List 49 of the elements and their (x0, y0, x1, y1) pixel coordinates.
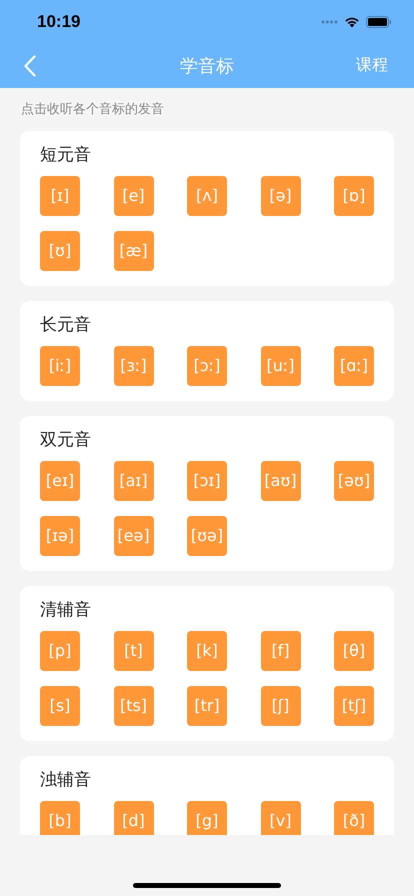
phonetic-button[interactable]: [ɜː] (114, 346, 154, 386)
phonetic-button[interactable]: [ɒ] (334, 176, 374, 216)
phonetic-button[interactable]: [g] (187, 801, 227, 835)
phonetic-button[interactable]: [ɪ] (40, 176, 80, 216)
section-title: 清辅音 (40, 599, 91, 621)
phonetic-button[interactable]: [d] (114, 801, 154, 835)
course-button[interactable]: 课程 (356, 54, 388, 78)
phonetic-button[interactable]: [ɪə] (40, 516, 80, 556)
phonetic-button[interactable]: [ə] (260, 176, 300, 216)
phonetic-button[interactable]: [ð] (334, 801, 374, 835)
phonetic-button[interactable]: [f] (260, 631, 300, 671)
phonetic-button[interactable]: [e] (114, 176, 154, 216)
phonetic-button[interactable]: [ɔɪ] (187, 461, 227, 501)
back-icon (24, 55, 36, 77)
phonetic-button[interactable]: [p] (40, 631, 80, 671)
phonetic-button[interactable]: [θ] (334, 631, 374, 671)
status-time: 10:19 (37, 11, 80, 34)
section-title: 浊辅音 (40, 769, 91, 791)
phonetic-button[interactable]: [tr] (187, 686, 227, 726)
section-title: 双元音 (40, 429, 91, 451)
section-title: 长元音 (40, 314, 91, 336)
phonetic-button[interactable]: [b] (40, 801, 80, 835)
phonetic-button[interactable]: [ɔː] (187, 346, 227, 386)
battery-icon (366, 16, 392, 28)
phonetic-button[interactable]: [ts] (114, 686, 154, 726)
phonetic-button[interactable]: [iː] (40, 346, 80, 386)
signal-icon (321, 20, 338, 24)
section-title: 短元音 (40, 144, 91, 166)
phonetic-button[interactable]: [eə] (114, 516, 154, 556)
phonetic-button[interactable]: [æ] (114, 231, 154, 271)
phonetic-button[interactable]: [s] (40, 686, 80, 726)
phonetic-button[interactable]: [aʊ] (260, 461, 300, 501)
phonetic-button[interactable]: [eɪ] (40, 461, 80, 501)
phonetic-button[interactable]: [ʃ] (260, 686, 300, 726)
phonetic-button[interactable]: [əʊ] (334, 461, 374, 501)
phonetic-button[interactable]: [t] (114, 631, 154, 671)
phonetic-button[interactable]: [uː] (260, 346, 300, 386)
phonetic-button[interactable]: [ʌ] (187, 176, 227, 216)
hint-text: 点击收听各个音标的发音 (20, 100, 165, 118)
phonetic-button[interactable]: [aɪ] (114, 461, 154, 501)
phonetic-button[interactable]: [ʊə] (187, 516, 227, 556)
phonetic-button[interactable]: [ʊ] (40, 231, 80, 271)
back-button[interactable] (24, 54, 38, 78)
phonetic-button[interactable]: [ɑː] (334, 346, 374, 386)
phonetic-button[interactable]: [v] (260, 801, 300, 835)
wifi-icon (344, 16, 360, 28)
phonetic-button[interactable]: [k] (187, 631, 227, 671)
phonetic-button[interactable]: [tʃ] (334, 686, 374, 726)
page-title: 学音标 (180, 54, 234, 78)
